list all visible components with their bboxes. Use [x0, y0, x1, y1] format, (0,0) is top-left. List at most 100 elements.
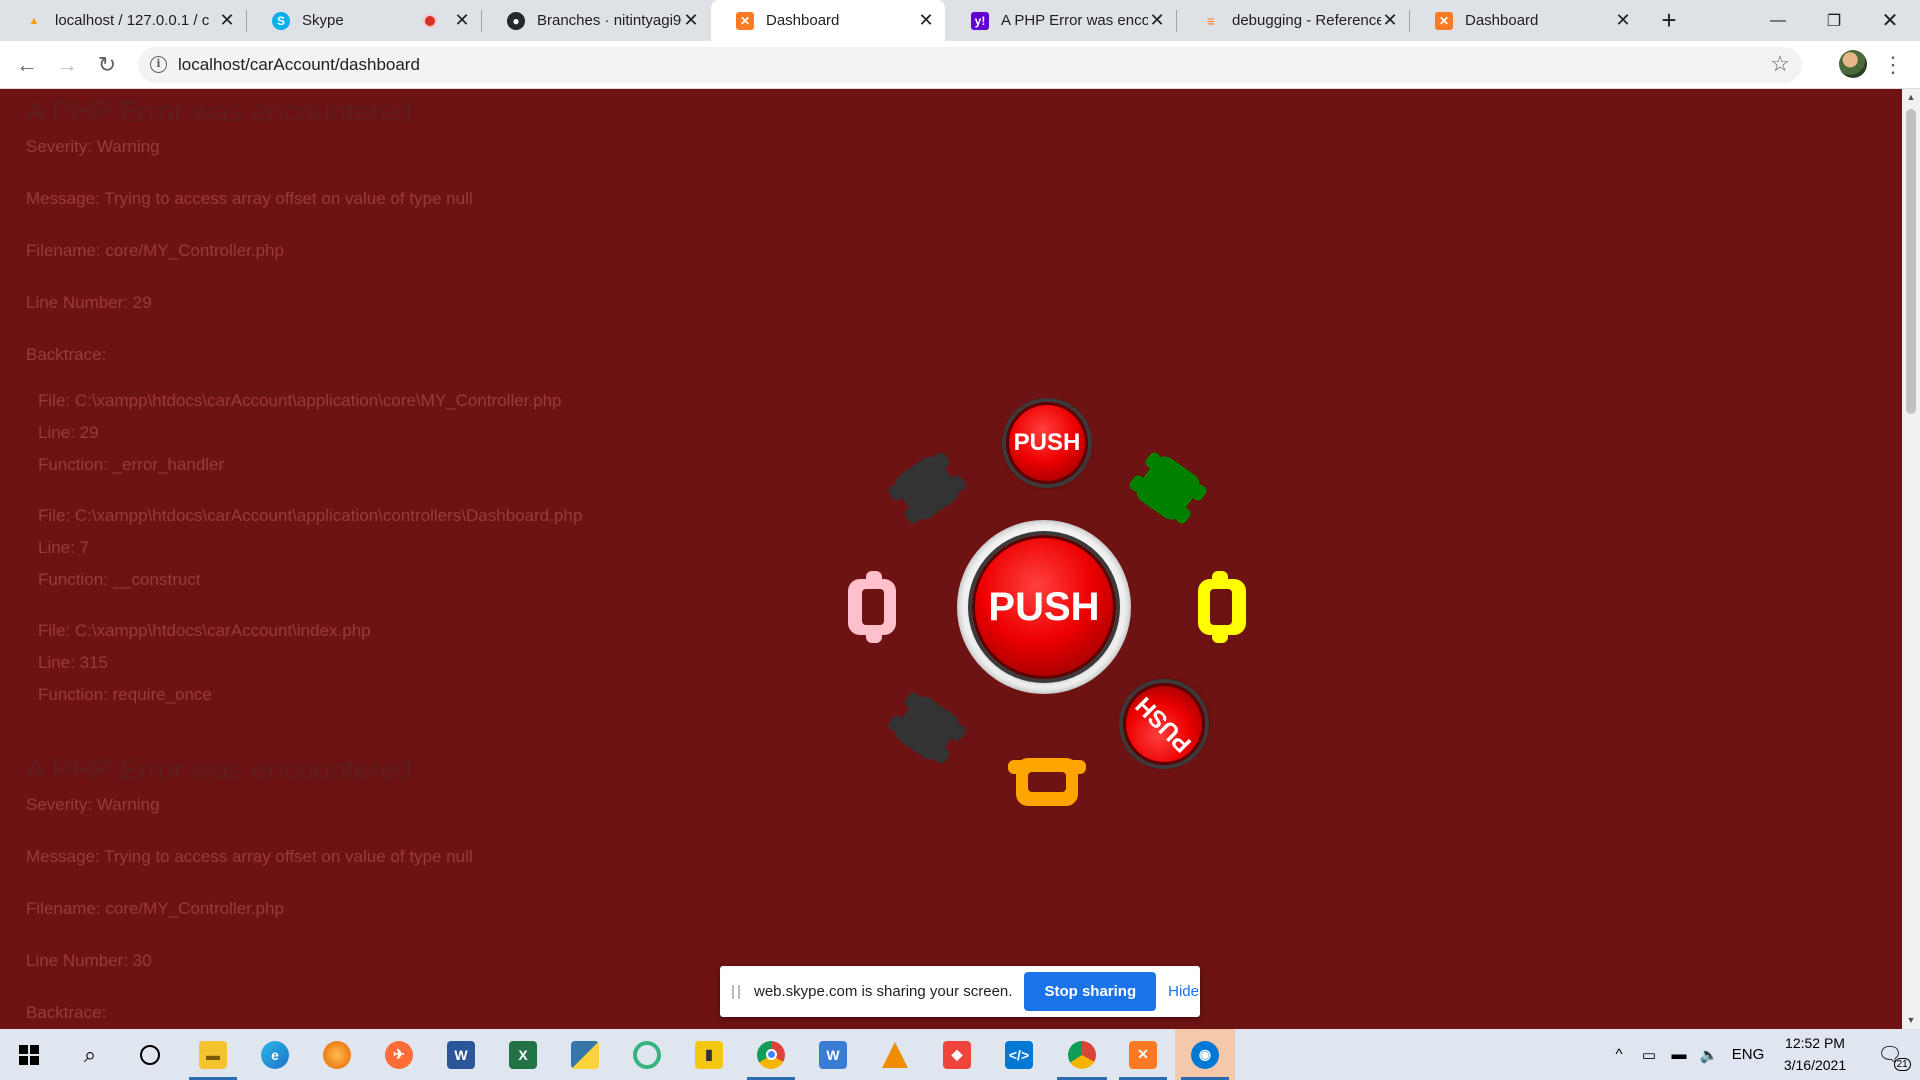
error-line-number: Line Number: 30 [26, 951, 152, 970]
url-text[interactable]: localhost/carAccount/dashboard [178, 55, 420, 75]
info-icon[interactable]: i [150, 56, 167, 73]
forward-button[interactable]: → [51, 49, 83, 81]
taskbar-edge[interactable]: e [245, 1029, 305, 1080]
close-icon[interactable]: ✕ [453, 10, 471, 31]
bookmark-star-icon[interactable]: ☆ [1770, 51, 1790, 77]
task-view-button[interactable] [120, 1029, 180, 1080]
push-button-top[interactable]: PUSH [1006, 402, 1088, 484]
taskbar-powerbi[interactable]: ▮ [679, 1029, 739, 1080]
action-center-button[interactable]: 🗨 21 [1868, 1029, 1912, 1080]
clock-time: 12:52 PM [1785, 1035, 1845, 1051]
tab-stackoverflow[interactable]: ≡ debugging - Reference ✕ [1177, 0, 1409, 41]
close-window-button[interactable]: ✕ [1862, 0, 1918, 41]
browser-menu-button[interactable]: ⋮ [1882, 51, 1904, 79]
reload-button[interactable]: ↻ [91, 49, 123, 81]
error-message: Message: Trying to access array offset o… [26, 189, 473, 208]
language-indicator[interactable]: ENG [1728, 1029, 1768, 1080]
scroll-down-arrow[interactable]: ▼ [1906, 1015, 1916, 1025]
hide-button[interactable]: Hide [1168, 983, 1199, 1000]
system-clock[interactable]: 12:52 PM 3/16/2021 [1770, 1032, 1860, 1076]
bar-chart-icon: ▮ [695, 1040, 723, 1069]
php-error-block: A PHP Error was encountered Severity: Wa… [26, 754, 473, 1029]
new-tab-button[interactable]: + [1654, 5, 1684, 35]
address-bar[interactable]: i localhost/carAccount/dashboard ☆ [138, 47, 1802, 83]
xampp-icon: ✕ [1435, 11, 1453, 30]
search-button[interactable]: ⌕ [60, 1029, 120, 1080]
car-icon-right[interactable] [1188, 565, 1256, 649]
phpmyadmin-icon: ▲ [28, 14, 40, 27]
meet-now-icon[interactable]: ▭ [1636, 1029, 1662, 1080]
taskbar-anydesk[interactable]: ◆ [927, 1029, 987, 1080]
scroll-up-arrow[interactable]: ▲ [1906, 92, 1916, 102]
taskbar-snipping-tool[interactable]: ◉ [1175, 1029, 1235, 1080]
close-icon[interactable]: ✕ [218, 10, 236, 31]
tab-dashboard-active[interactable]: ✕ Dashboard ✕ [711, 0, 945, 41]
error-filename: Filename: core/MY_Controller.php [26, 899, 284, 918]
taskbar-vlc[interactable] [865, 1029, 925, 1080]
close-icon[interactable]: ✕ [1381, 10, 1399, 31]
taskbar-file-explorer[interactable]: ▬ [183, 1029, 243, 1080]
taskbar-vscode[interactable]: </> [989, 1029, 1049, 1080]
taskbar-excel[interactable]: X [493, 1029, 553, 1080]
stop-sharing-button[interactable]: Stop sharing [1024, 972, 1157, 1011]
car-icon-top-left[interactable] [885, 448, 969, 528]
tab-title: debugging - Reference [1232, 12, 1381, 29]
car-icon-bottom[interactable] [1004, 748, 1090, 816]
word-icon: W [447, 1040, 475, 1069]
close-icon[interactable]: ✕ [682, 10, 700, 31]
taskbar-postman[interactable]: ✈ [369, 1029, 429, 1080]
camera-icon: ◉ [1191, 1040, 1219, 1069]
restore-button[interactable]: ❐ [1806, 0, 1862, 41]
backtrace-label: Backtrace: [26, 1003, 107, 1022]
browser-toolbar: ← → ↻ i localhost/carAccount/dashboard ☆… [0, 41, 1920, 89]
car-window [862, 589, 884, 625]
edge-icon: e [261, 1040, 289, 1069]
main-push-button[interactable]: PUSH [972, 535, 1116, 679]
car-wheel [1008, 760, 1026, 774]
taskbar-chrome-profile[interactable] [1051, 1029, 1113, 1080]
python-icon [571, 1040, 599, 1069]
minimize-button[interactable]: — [1750, 0, 1806, 41]
car-icon-left[interactable] [838, 565, 906, 649]
tab-title: Dashboard [1465, 12, 1539, 29]
cortana-icon [140, 1044, 160, 1065]
notifications-icon: 🗨 21 [1877, 1042, 1911, 1071]
backtrace-function: Function: _error_handler [38, 455, 225, 474]
taskbar-python[interactable] [555, 1029, 615, 1080]
stackoverflow-icon: ≡ [1206, 12, 1216, 29]
car-wheel [866, 571, 882, 587]
close-icon[interactable]: ✕ [1148, 10, 1166, 31]
car-wheel [1068, 760, 1086, 774]
search-icon: ⌕ [83, 1041, 97, 1067]
taskbar-wps[interactable]: W [803, 1029, 863, 1080]
tab-skype[interactable]: S Skype ✕ [247, 0, 481, 41]
close-icon[interactable]: ✕ [917, 10, 935, 31]
car-body [1136, 456, 1200, 520]
battery-icon[interactable]: ▬ [1666, 1029, 1692, 1080]
taskbar-firefox[interactable] [307, 1029, 367, 1080]
vlc-icon [882, 1041, 908, 1068]
taskbar-chrome[interactable] [741, 1029, 801, 1080]
backtrace-label: Backtrace: [26, 345, 107, 364]
taskbar-xampp[interactable]: ✕ [1113, 1029, 1173, 1080]
tab-dashboard-2[interactable]: ✕ Dashboard ✕ [1410, 0, 1642, 41]
back-button[interactable]: ← [11, 49, 43, 81]
taskbar-word[interactable]: W [431, 1029, 491, 1080]
scroll-thumb[interactable] [1906, 109, 1916, 414]
start-button[interactable] [0, 1029, 58, 1080]
car-icon-bottom-left[interactable] [885, 688, 969, 768]
close-icon[interactable]: ✕ [1614, 10, 1632, 31]
firefox-icon [323, 1040, 351, 1069]
page-scrollbar[interactable]: ▲ ▼ [1902, 89, 1920, 1029]
drag-handle-icon[interactable] [732, 984, 740, 999]
tab-phpmyadmin[interactable]: ▲ localhost / 127.0.0.1 / c ✕ [0, 0, 246, 41]
volume-icon[interactable]: 🔈 [1696, 1029, 1722, 1080]
taskbar-sync-app[interactable] [617, 1029, 677, 1080]
tab-github[interactable]: ● Branches · nitintyagi90/ ✕ [482, 0, 710, 41]
profile-avatar[interactable] [1839, 50, 1867, 78]
car-body [895, 456, 959, 520]
car-icon-top-right[interactable] [1126, 448, 1210, 528]
tab-php-error[interactable]: y! A PHP Error was encou ✕ [946, 0, 1176, 41]
anydesk-icon: ◆ [943, 1040, 971, 1069]
show-hidden-icons-button[interactable]: ^ [1606, 1029, 1632, 1080]
